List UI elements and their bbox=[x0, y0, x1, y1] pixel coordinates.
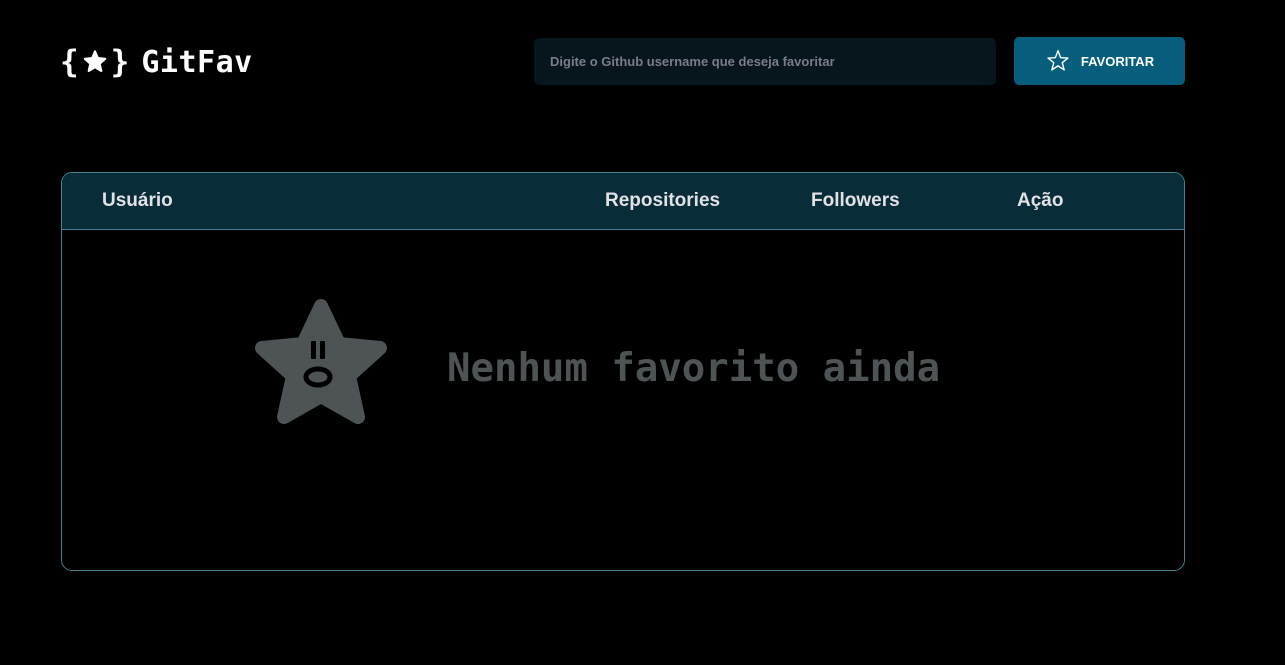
logo-brace-close: } bbox=[110, 43, 130, 80]
sad-star-icon bbox=[253, 296, 389, 426]
column-header-user: Usuário bbox=[102, 190, 173, 211]
favorite-button[interactable]: Favoritar bbox=[1014, 37, 1185, 85]
search-input[interactable] bbox=[534, 38, 996, 85]
star-outline-icon bbox=[1045, 48, 1071, 74]
logo-brace-open: { bbox=[60, 43, 79, 80]
star-icon bbox=[82, 49, 108, 75]
favorite-button-label: Favoritar bbox=[1080, 53, 1155, 69]
empty-state: Nenhum favorito ainda bbox=[62, 230, 1184, 570]
logo: { } GitFav bbox=[60, 40, 253, 84]
empty-state-message: Nenhum favorito ainda bbox=[447, 346, 941, 391]
logo-title: GitFav bbox=[141, 44, 253, 80]
column-header-repositories: Repositories bbox=[605, 190, 721, 211]
favorites-table: Usuário Repositories Followers Ação Nenh… bbox=[61, 172, 1185, 571]
table-header: Usuário Repositories Followers Ação bbox=[62, 173, 1184, 230]
column-header-action: Ação bbox=[1017, 190, 1064, 211]
column-header-followers: Followers bbox=[811, 190, 900, 211]
